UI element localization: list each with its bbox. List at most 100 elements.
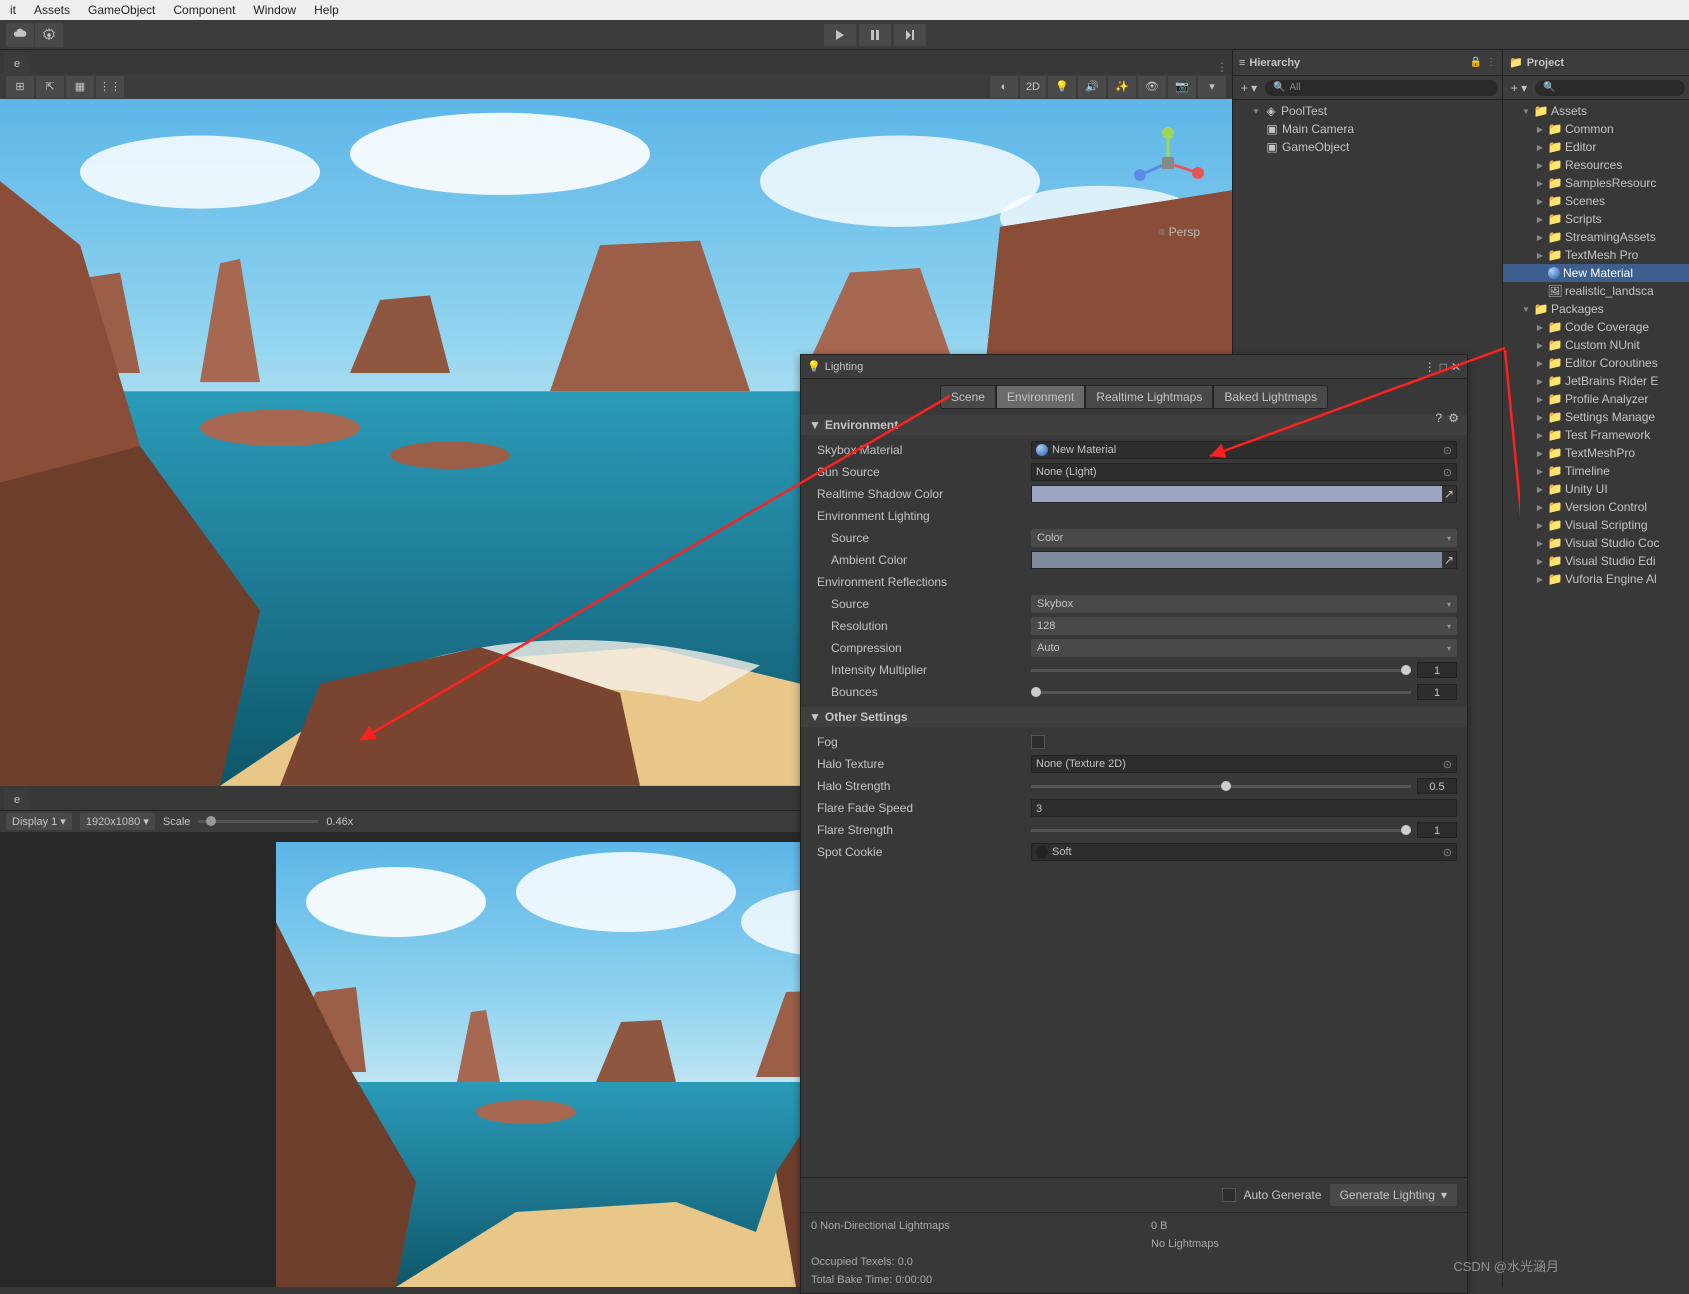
bounces-slider[interactable]: 1 — [1031, 684, 1457, 700]
folder-item[interactable]: ▶📁Visual Studio Coc — [1503, 534, 1689, 552]
folder-item[interactable]: ▶📁Scenes — [1503, 192, 1689, 210]
folder-item[interactable]: ▶📁StreamingAssets — [1503, 228, 1689, 246]
scene-gizmo[interactable] — [1128, 123, 1208, 203]
folder-item[interactable]: ▶📁Code Coverage — [1503, 318, 1689, 336]
compression-dropdown[interactable]: Auto — [1031, 639, 1457, 657]
image-asset[interactable]: 🖼realistic_landsca — [1503, 282, 1689, 300]
flare-strength-slider[interactable]: 1 — [1031, 822, 1457, 838]
panel-lock-icon[interactable]: 🔒 — [1470, 57, 1482, 68]
folder-item[interactable]: ▶📁Test Framework — [1503, 426, 1689, 444]
el-source-dropdown[interactable]: Color — [1031, 529, 1457, 547]
fx-toggle-icon[interactable]: ✨ — [1108, 76, 1136, 98]
hidden-toggle-icon[interactable]: 👁 — [1138, 76, 1166, 98]
sun-source-field[interactable]: None (Light)⊙ — [1031, 463, 1457, 481]
folder-item[interactable]: ▶📁Common — [1503, 120, 1689, 138]
folder-item[interactable]: ▶📁Timeline — [1503, 462, 1689, 480]
menu-assets[interactable]: Assets — [28, 1, 76, 19]
project-search[interactable]: 🔍 — [1535, 80, 1685, 96]
shading-mode-icon[interactable]: ◐ — [990, 76, 1018, 98]
help-icon[interactable]: ? — [1436, 411, 1443, 425]
panel-options-icon[interactable]: ⋮ — [1486, 57, 1496, 68]
scene-options-icon[interactable]: ⋮ — [1212, 60, 1232, 74]
new-material-asset[interactable]: New Material — [1503, 264, 1689, 282]
packages-folder[interactable]: ▼📁Packages — [1503, 300, 1689, 318]
gear-icon[interactable]: ⚙ — [1448, 411, 1459, 425]
tab-scene[interactable]: Scene — [940, 385, 996, 409]
folder-item[interactable]: ▶📁TextMesh Pro — [1503, 246, 1689, 264]
maximize-icon[interactable]: □ — [1440, 360, 1447, 374]
tab-realtime-lightmaps[interactable]: Realtime Lightmaps — [1085, 385, 1213, 409]
menu-window[interactable]: Window — [247, 1, 302, 19]
persp-label[interactable]: ≡ Persp — [1158, 225, 1200, 239]
options-icon[interactable]: ⋮ — [1424, 360, 1436, 374]
display-dropdown[interactable]: Display 1 ▾ — [6, 813, 72, 830]
scene-root[interactable]: ▼◈PoolTest — [1233, 102, 1502, 120]
object-picker-icon[interactable]: ⊙ — [1443, 758, 1452, 771]
halo-texture-field[interactable]: None (Texture 2D)⊙ — [1031, 755, 1457, 773]
gizmos-icon[interactable]: ▾ — [1198, 76, 1226, 98]
settings-icon[interactable] — [35, 23, 63, 47]
section-environment[interactable]: ▼ Environment — [801, 415, 1467, 435]
close-icon[interactable]: ✕ — [1451, 360, 1461, 374]
play-button[interactable] — [824, 24, 856, 46]
folder-item[interactable]: ▶📁SamplesResourc — [1503, 174, 1689, 192]
fog-checkbox[interactable] — [1031, 735, 1045, 749]
folder-item[interactable]: ▶📁JetBrains Rider E — [1503, 372, 1689, 390]
object-picker-icon[interactable]: ⊙ — [1443, 846, 1452, 859]
flare-fade-field[interactable]: 3 — [1031, 799, 1457, 817]
resolution-dropdown[interactable]: 1920x1080 ▾ — [80, 813, 155, 830]
snap-tool-icon[interactable]: ⋮⋮ — [96, 76, 124, 98]
folder-item[interactable]: ▶📁Editor — [1503, 138, 1689, 156]
hierarchy-item[interactable]: ▣Main Camera — [1233, 120, 1502, 138]
menu-component[interactable]: Component — [167, 1, 241, 19]
skybox-material-field[interactable]: New Material⊙ — [1031, 441, 1457, 459]
object-picker-icon[interactable]: ⊙ — [1443, 444, 1452, 457]
section-other-settings[interactable]: ▼ Other Settings — [801, 707, 1467, 727]
folder-item[interactable]: ▶📁Visual Studio Edi — [1503, 552, 1689, 570]
grid-tool-icon[interactable]: ▦ — [66, 76, 94, 98]
create-asset-button[interactable]: + ▾ — [1507, 79, 1531, 97]
hierarchy-item[interactable]: ▣GameObject — [1233, 138, 1502, 156]
folder-item[interactable]: ▶📁Unity UI — [1503, 480, 1689, 498]
create-button[interactable]: + ▾ — [1237, 79, 1261, 97]
folder-item[interactable]: ▶📁Profile Analyzer — [1503, 390, 1689, 408]
scale-slider[interactable] — [198, 820, 318, 823]
folder-item[interactable]: ▶📁Visual Scripting — [1503, 516, 1689, 534]
hierarchy-search[interactable]: 🔍All — [1265, 80, 1498, 96]
intensity-slider[interactable]: 1 — [1031, 662, 1457, 678]
ambient-color-field[interactable]: ↗ — [1031, 551, 1457, 569]
folder-item[interactable]: ▶📁Settings Manage — [1503, 408, 1689, 426]
generate-lighting-button[interactable]: Generate Lighting▾ — [1330, 1184, 1457, 1206]
lighting-header[interactable]: 💡 Lighting ⋮ □ ✕ — [801, 355, 1467, 379]
lighting-toggle-icon[interactable]: 💡 — [1048, 76, 1076, 98]
folder-item[interactable]: ▶📁Resources — [1503, 156, 1689, 174]
folder-item[interactable]: ▶📁Scripts — [1503, 210, 1689, 228]
folder-item[interactable]: ▶📁Editor Coroutines — [1503, 354, 1689, 372]
folder-item[interactable]: ▶📁Vuforia Engine Al — [1503, 570, 1689, 588]
cloud-icon[interactable] — [6, 23, 34, 47]
tab-baked-lightmaps[interactable]: Baked Lightmaps — [1213, 385, 1328, 409]
menu-help[interactable]: Help — [308, 1, 345, 19]
spot-cookie-field[interactable]: Soft⊙ — [1031, 843, 1457, 861]
er-source-dropdown[interactable]: Skybox — [1031, 595, 1457, 613]
camera-icon[interactable]: 📷 — [1168, 76, 1196, 98]
realtime-shadow-color-field[interactable]: ↗ — [1031, 485, 1457, 503]
game-tab[interactable]: e — [4, 790, 30, 810]
step-button[interactable] — [894, 24, 926, 46]
2d-toggle[interactable]: 2D — [1020, 76, 1046, 98]
folder-item[interactable]: ▶📁Custom NUnit — [1503, 336, 1689, 354]
halo-strength-slider[interactable]: 0.5 — [1031, 778, 1457, 794]
resolution-dropdown[interactable]: 128 — [1031, 617, 1457, 635]
handle-tool[interactable]: ⇱ — [36, 76, 64, 98]
menu-edit[interactable]: it — [4, 1, 22, 19]
menu-gameobject[interactable]: GameObject — [82, 1, 161, 19]
object-picker-icon[interactable]: ⊙ — [1443, 466, 1452, 479]
folder-item[interactable]: ▶📁Version Control — [1503, 498, 1689, 516]
tab-environment[interactable]: Environment — [996, 385, 1085, 409]
pause-button[interactable] — [859, 24, 891, 46]
pivot-tool[interactable]: ⊞ — [6, 76, 34, 98]
auto-generate-checkbox[interactable] — [1222, 1188, 1236, 1202]
scene-tab[interactable]: e — [4, 54, 30, 74]
assets-folder[interactable]: ▼📁Assets — [1503, 102, 1689, 120]
folder-item[interactable]: ▶📁TextMeshPro — [1503, 444, 1689, 462]
